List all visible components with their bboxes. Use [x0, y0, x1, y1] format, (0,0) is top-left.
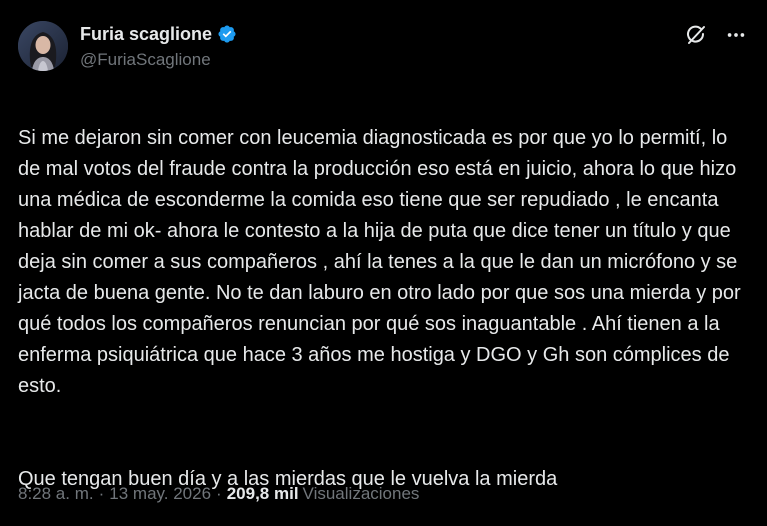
tweet-paragraph: Si me dejaron sin comer con leucemia dia… — [18, 127, 741, 397]
meta-separator: · — [216, 484, 222, 503]
views-count[interactable]: 209,8 mil — [227, 484, 299, 504]
tweet-meta: 8:28 a. m. · 13 may. 2026 · 209,8 mil Vi… — [18, 484, 419, 504]
header-actions — [683, 22, 749, 48]
display-name-row: Furia scaglione — [80, 22, 237, 46]
more-horizontal-icon[interactable] — [723, 22, 749, 48]
grok-icon[interactable] — [683, 22, 709, 48]
tweet-time[interactable]: 8:28 a. m. — [18, 484, 94, 504]
tweet-text: Si me dejaron sin comer con leucemia dia… — [18, 92, 753, 526]
tweet-header: Furia scaglione @FuriaScaglione — [18, 18, 749, 74]
tweet-card: Furia scaglione @FuriaScaglione Si me de… — [0, 0, 767, 524]
display-name[interactable]: Furia scaglione — [80, 24, 212, 45]
meta-separator: · — [98, 484, 105, 503]
author-handle[interactable]: @FuriaScaglione — [80, 50, 237, 70]
author-names: Furia scaglione @FuriaScaglione — [80, 22, 237, 70]
views-label[interactable]: Visualizaciones — [303, 484, 420, 504]
avatar-image — [18, 21, 68, 71]
tweet-date[interactable]: 13 may. 2026 — [109, 484, 211, 504]
avatar[interactable] — [18, 21, 68, 71]
verified-badge-icon — [217, 24, 237, 44]
